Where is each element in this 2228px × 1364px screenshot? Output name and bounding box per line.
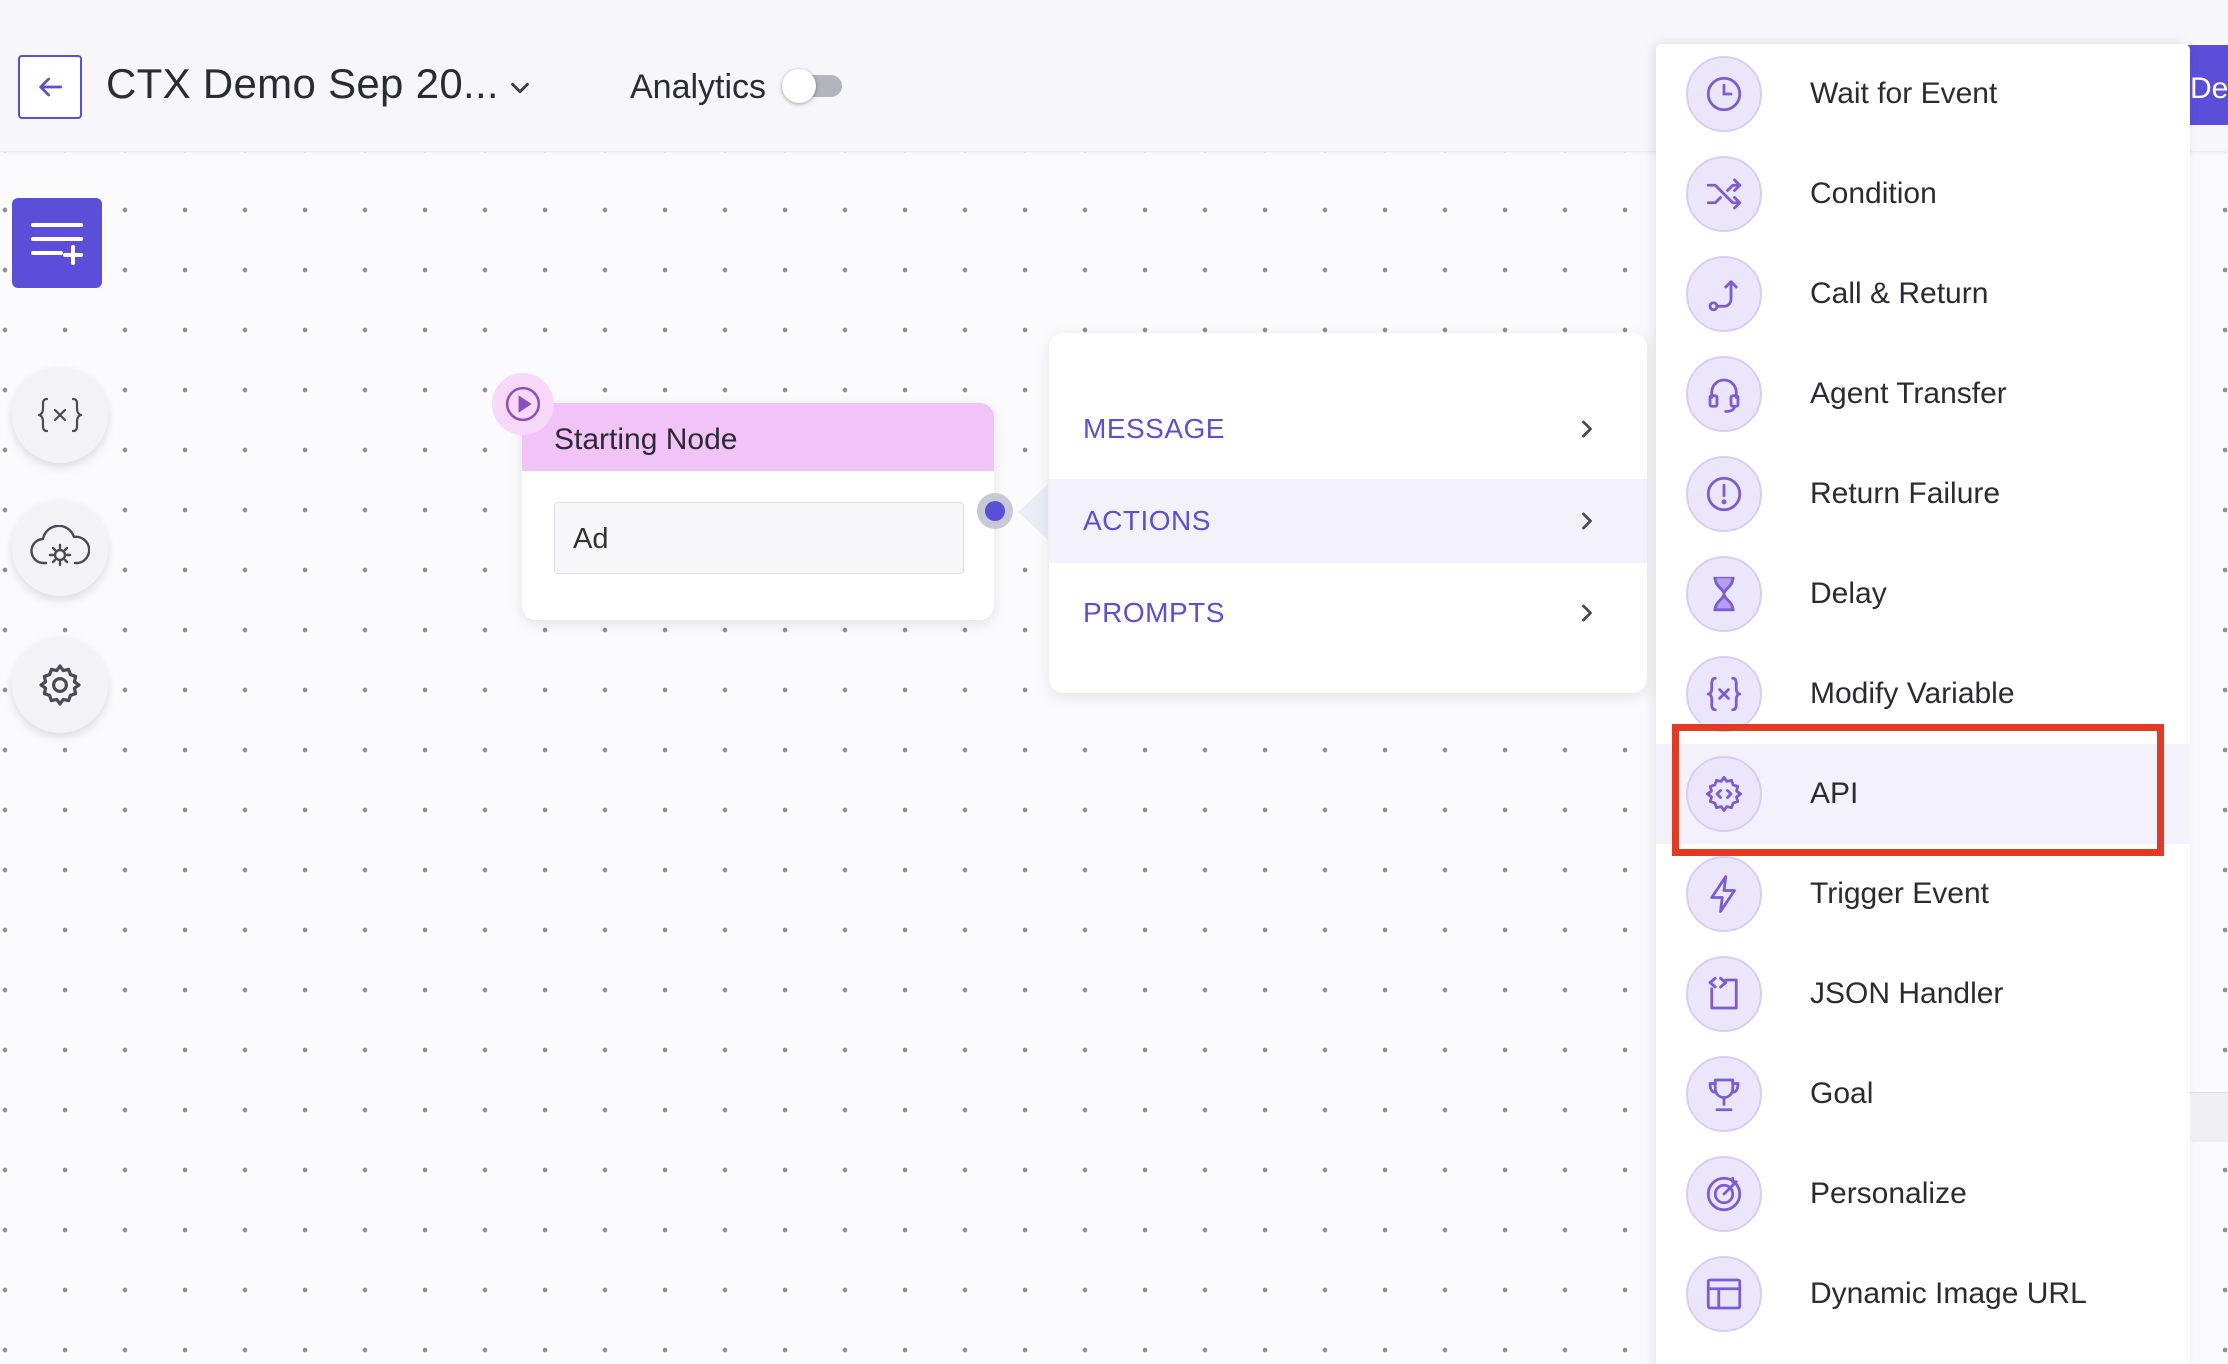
menu-item-label: MESSAGE	[1083, 413, 1225, 444]
submenu-item-delay[interactable]: Delay	[1656, 544, 2190, 644]
submenu-item-label: Call & Return	[1810, 277, 1989, 310]
add-node-button[interactable]	[12, 198, 102, 288]
analytics-label: Analytics	[630, 68, 767, 106]
handle-dot	[985, 501, 1005, 521]
submenu-item-return-failure[interactable]: Return Failure	[1656, 444, 2190, 544]
cloud-settings-button[interactable]	[12, 500, 108, 596]
submenu-item-dynamic-image-url[interactable]: Dynamic Image URL	[1656, 1244, 2190, 1344]
submenu-item-agent-transfer[interactable]: Agent Transfer	[1656, 344, 2190, 444]
submenu-item-personalize[interactable]: Personalize	[1656, 1144, 2190, 1244]
code-file-icon	[1686, 956, 1762, 1032]
annotation-highlight-box	[1672, 724, 2164, 856]
alert-circle-icon	[1686, 456, 1762, 532]
analytics-toggle[interactable]	[782, 69, 842, 103]
menu-item-actions[interactable]: ACTIONS	[1049, 479, 1647, 563]
submenu-item-wait-for-event[interactable]: Wait for Event	[1656, 44, 2190, 144]
trophy-icon	[1686, 1056, 1762, 1132]
submenu-item-trigger-event[interactable]: Trigger Event	[1656, 844, 2190, 944]
node-play-badge	[492, 373, 554, 435]
menu-item-prompts[interactable]: PROMPTS	[1049, 571, 1647, 655]
submenu-item-json-handler[interactable]: JSON Handler	[1656, 944, 2190, 1044]
node-title: Starting Node	[554, 423, 738, 456]
variable-icon	[1686, 656, 1762, 732]
actions-submenu: Wait for Event Condition Call & Return A…	[1656, 44, 2190, 1364]
submenu-item-label: Trigger Event	[1810, 877, 1989, 910]
route-icon	[1686, 256, 1762, 332]
node-type-menu: MESSAGE ACTIONS PROMPTS	[1049, 333, 1647, 693]
clock-icon	[1686, 56, 1762, 132]
variable-braces-icon	[37, 397, 83, 433]
back-button[interactable]	[18, 55, 82, 119]
lightning-icon	[1686, 856, 1762, 932]
submenu-item-label: Modify Variable	[1810, 677, 2015, 710]
page-title: CTX Demo Sep 20...	[106, 60, 499, 107]
target-icon	[1686, 1156, 1762, 1232]
shuffle-icon	[1686, 156, 1762, 232]
menu-item-label: PROMPTS	[1083, 597, 1225, 628]
menu-item-label: ACTIONS	[1083, 505, 1211, 536]
node-input-field[interactable]: Ad	[554, 502, 964, 574]
chevron-right-icon	[1582, 604, 1592, 622]
chevron-right-icon	[1582, 512, 1592, 530]
hourglass-icon	[1686, 556, 1762, 632]
submenu-item-call-return[interactable]: Call & Return	[1656, 244, 2190, 344]
gear-icon	[39, 664, 81, 706]
title-dropdown-chevron-icon[interactable]	[505, 73, 535, 103]
arrow-left-icon	[39, 77, 62, 97]
variables-button[interactable]	[12, 367, 108, 463]
submenu-item-label: Goal	[1810, 1077, 1874, 1110]
settings-button[interactable]	[12, 637, 108, 733]
submenu-item-condition[interactable]: Condition	[1656, 144, 2190, 244]
submenu-item-label: Delay	[1810, 577, 1887, 610]
toggle-knob	[782, 69, 816, 103]
submenu-item-label: Condition	[1810, 177, 1937, 210]
play-circle-icon	[505, 386, 541, 422]
submenu-item-goal[interactable]: Goal	[1656, 1044, 2190, 1144]
submenu-item-label: Return Failure	[1810, 477, 2001, 510]
submenu-item-label: Wait for Event	[1810, 77, 1998, 110]
headset-icon	[1686, 356, 1762, 432]
list-add-icon	[31, 223, 83, 265]
submenu-item-label: Personalize	[1810, 1177, 1967, 1210]
submenu-item-label: JSON Handler	[1810, 977, 2004, 1010]
node-header: Starting Node	[522, 403, 994, 471]
submenu-item-label: Agent Transfer	[1810, 377, 2007, 410]
layout-icon	[1686, 1256, 1762, 1332]
panel-edge	[2190, 1092, 2228, 1142]
menu-item-message[interactable]: MESSAGE	[1049, 387, 1647, 471]
starting-node[interactable]: Starting Node Ad	[492, 373, 1013, 620]
menu-pointer	[1018, 484, 1048, 540]
node-output-handle[interactable]	[977, 493, 1013, 529]
cloud-gear-icon	[30, 525, 90, 567]
submenu-item-label: Dynamic Image URL	[1810, 1277, 2087, 1310]
chevron-right-icon	[1582, 420, 1592, 438]
